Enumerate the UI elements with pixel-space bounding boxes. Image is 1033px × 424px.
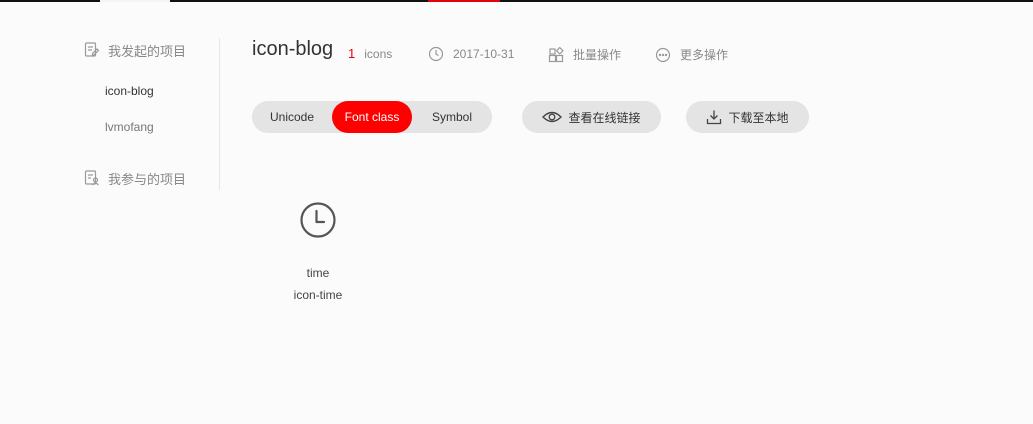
batch-action-label: 批量操作 [573, 48, 622, 62]
tab-font-class[interactable]: Font class [332, 101, 412, 133]
sidebar: 我发起的项目 icon-blog lvmofang 我参与的项目 [80, 38, 220, 190]
grid-blocks-icon [548, 46, 564, 63]
clock-icon [298, 200, 338, 240]
sidebar-group-my-projects[interactable]: 我发起的项目 [83, 38, 186, 62]
icon-count-number: 1 [348, 46, 356, 61]
more-action-button[interactable]: 更多操作 [655, 46, 728, 63]
sidebar-group-label: 我发起的项目 [108, 43, 187, 59]
icon-card[interactable]: time icon-time [268, 196, 368, 306]
sidebar-group-label: 我参与的项目 [108, 171, 187, 187]
sidebar-item-lvmofang[interactable]: lvmofang [105, 120, 154, 134]
date-text: 2017-10-31 [453, 47, 515, 61]
tab-symbol[interactable]: Symbol [412, 101, 492, 133]
view-online-link-label: 查看在线链接 [568, 110, 641, 125]
document-user-icon [83, 169, 101, 187]
download-local-label: 下载至本地 [728, 110, 789, 125]
view-online-link-button[interactable]: 查看在线链接 [522, 101, 661, 133]
eye-icon [542, 110, 563, 124]
batch-action-button[interactable]: 批量操作 [548, 46, 621, 63]
tab-unicode[interactable]: Unicode [252, 101, 332, 133]
icon-count-label: icons [364, 46, 393, 61]
top-tab-indicator-inactive [100, 0, 170, 2]
sidebar-item-icon-blog[interactable]: icon-blog [105, 84, 154, 98]
more-action-label: 更多操作 [680, 48, 729, 62]
project-date: 2017-10-31 [428, 46, 514, 62]
more-dots-icon [655, 47, 671, 63]
download-icon [706, 109, 722, 125]
top-tab-indicator-active [428, 0, 500, 2]
clock-icon [428, 46, 444, 62]
icon-name: time [306, 266, 330, 280]
edit-document-icon [83, 41, 101, 59]
page-title: icon-blog [252, 38, 334, 60]
sidebar-group-joined-projects[interactable]: 我参与的项目 [83, 166, 186, 190]
format-tabs: Unicode Font class Symbol [252, 101, 492, 133]
download-local-button[interactable]: 下载至本地 [686, 101, 809, 133]
icon-code: icon-time [293, 288, 343, 302]
icon-count: 1 icons [348, 46, 392, 61]
